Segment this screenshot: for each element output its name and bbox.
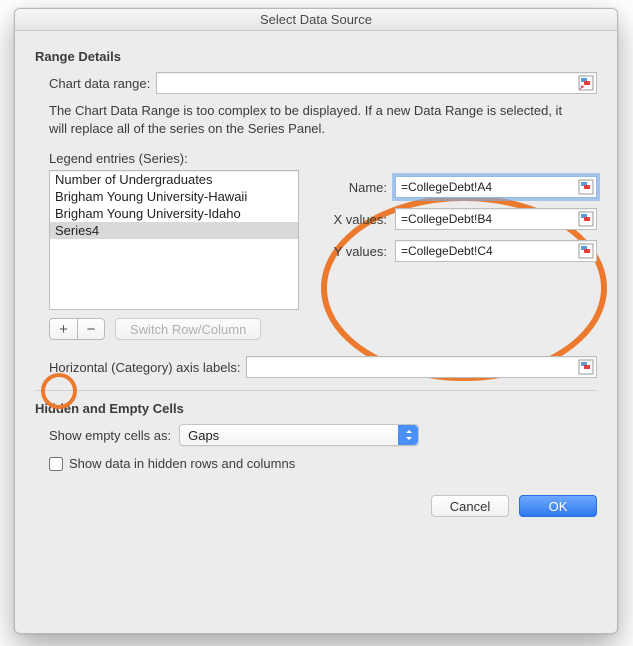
chevron-up-down-icon <box>398 425 418 445</box>
show-hidden-data-label: Show data in hidden rows and columns <box>69 456 295 471</box>
y-values-row: Y values: <box>317 240 597 262</box>
x-values-label: X values: <box>317 212 387 227</box>
dialog-footer: Cancel OK <box>35 495 597 517</box>
name-row: Name: <box>317 176 597 198</box>
collapse-dialog-icon[interactable] <box>578 75 594 91</box>
series-column: Number of UndergraduatesBrigham Young Un… <box>49 170 299 340</box>
empty-cells-select[interactable]: Gaps <box>179 424 419 446</box>
series-name-input[interactable] <box>395 176 597 198</box>
title-bar: Select Data Source <box>15 9 617 31</box>
switch-row-column-button: Switch Row/Column <box>115 318 261 340</box>
hidden-empty-heading: Hidden and Empty Cells <box>35 401 597 416</box>
series-buttons: + − Switch Row/Column <box>49 318 299 340</box>
divider <box>35 390 597 391</box>
show-hidden-data-checkbox[interactable] <box>49 457 63 471</box>
list-item[interactable]: Series4 <box>50 222 298 239</box>
y-values-input[interactable] <box>395 240 597 262</box>
x-values-row: X values: <box>317 208 597 230</box>
empty-cells-value: Gaps <box>188 428 219 443</box>
remove-series-button[interactable]: − <box>77 318 105 340</box>
axis-labels-label: Horizontal (Category) axis labels: <box>49 360 240 375</box>
name-label: Name: <box>317 180 387 195</box>
list-item[interactable]: Brigham Young University-Idaho <box>50 205 298 222</box>
hidden-rows-checkbox-row: Show data in hidden rows and columns <box>49 456 597 471</box>
y-values-label: Y values: <box>317 244 387 259</box>
collapse-dialog-icon[interactable] <box>578 179 594 195</box>
axis-labels-input[interactable] <box>246 356 597 378</box>
dialog-content: Range Details Chart data range: The Char… <box>15 31 617 531</box>
axis-labels-row: Horizontal (Category) axis labels: <box>49 356 597 378</box>
legend-block: Number of UndergraduatesBrigham Young Un… <box>49 170 597 340</box>
collapse-dialog-icon[interactable] <box>578 211 594 227</box>
series-fields: Name: X values: <box>317 170 597 272</box>
empty-cells-label: Show empty cells as: <box>49 428 171 443</box>
x-values-input[interactable] <box>395 208 597 230</box>
chart-data-range-row: Chart data range: <box>49 72 597 94</box>
chart-data-range-input[interactable] <box>156 72 597 94</box>
list-item[interactable]: Number of Undergraduates <box>50 171 298 188</box>
chart-data-range-label: Chart data range: <box>49 76 150 91</box>
empty-cells-row: Show empty cells as: Gaps <box>49 424 597 446</box>
ok-button[interactable]: OK <box>519 495 597 517</box>
cancel-button[interactable]: Cancel <box>431 495 509 517</box>
range-details-heading: Range Details <box>35 49 597 64</box>
dialog-window: Select Data Source Range Details Chart d… <box>14 8 618 634</box>
chart-range-note: The Chart Data Range is too complex to b… <box>49 102 569 137</box>
add-series-button[interactable]: + <box>49 318 77 340</box>
legend-entries-label: Legend entries (Series): <box>49 151 597 166</box>
collapse-dialog-icon[interactable] <box>578 243 594 259</box>
series-listbox[interactable]: Number of UndergraduatesBrigham Young Un… <box>49 170 299 310</box>
collapse-dialog-icon[interactable] <box>578 359 594 375</box>
add-remove-segment: + − <box>49 318 105 340</box>
list-item[interactable]: Brigham Young University-Hawaii <box>50 188 298 205</box>
